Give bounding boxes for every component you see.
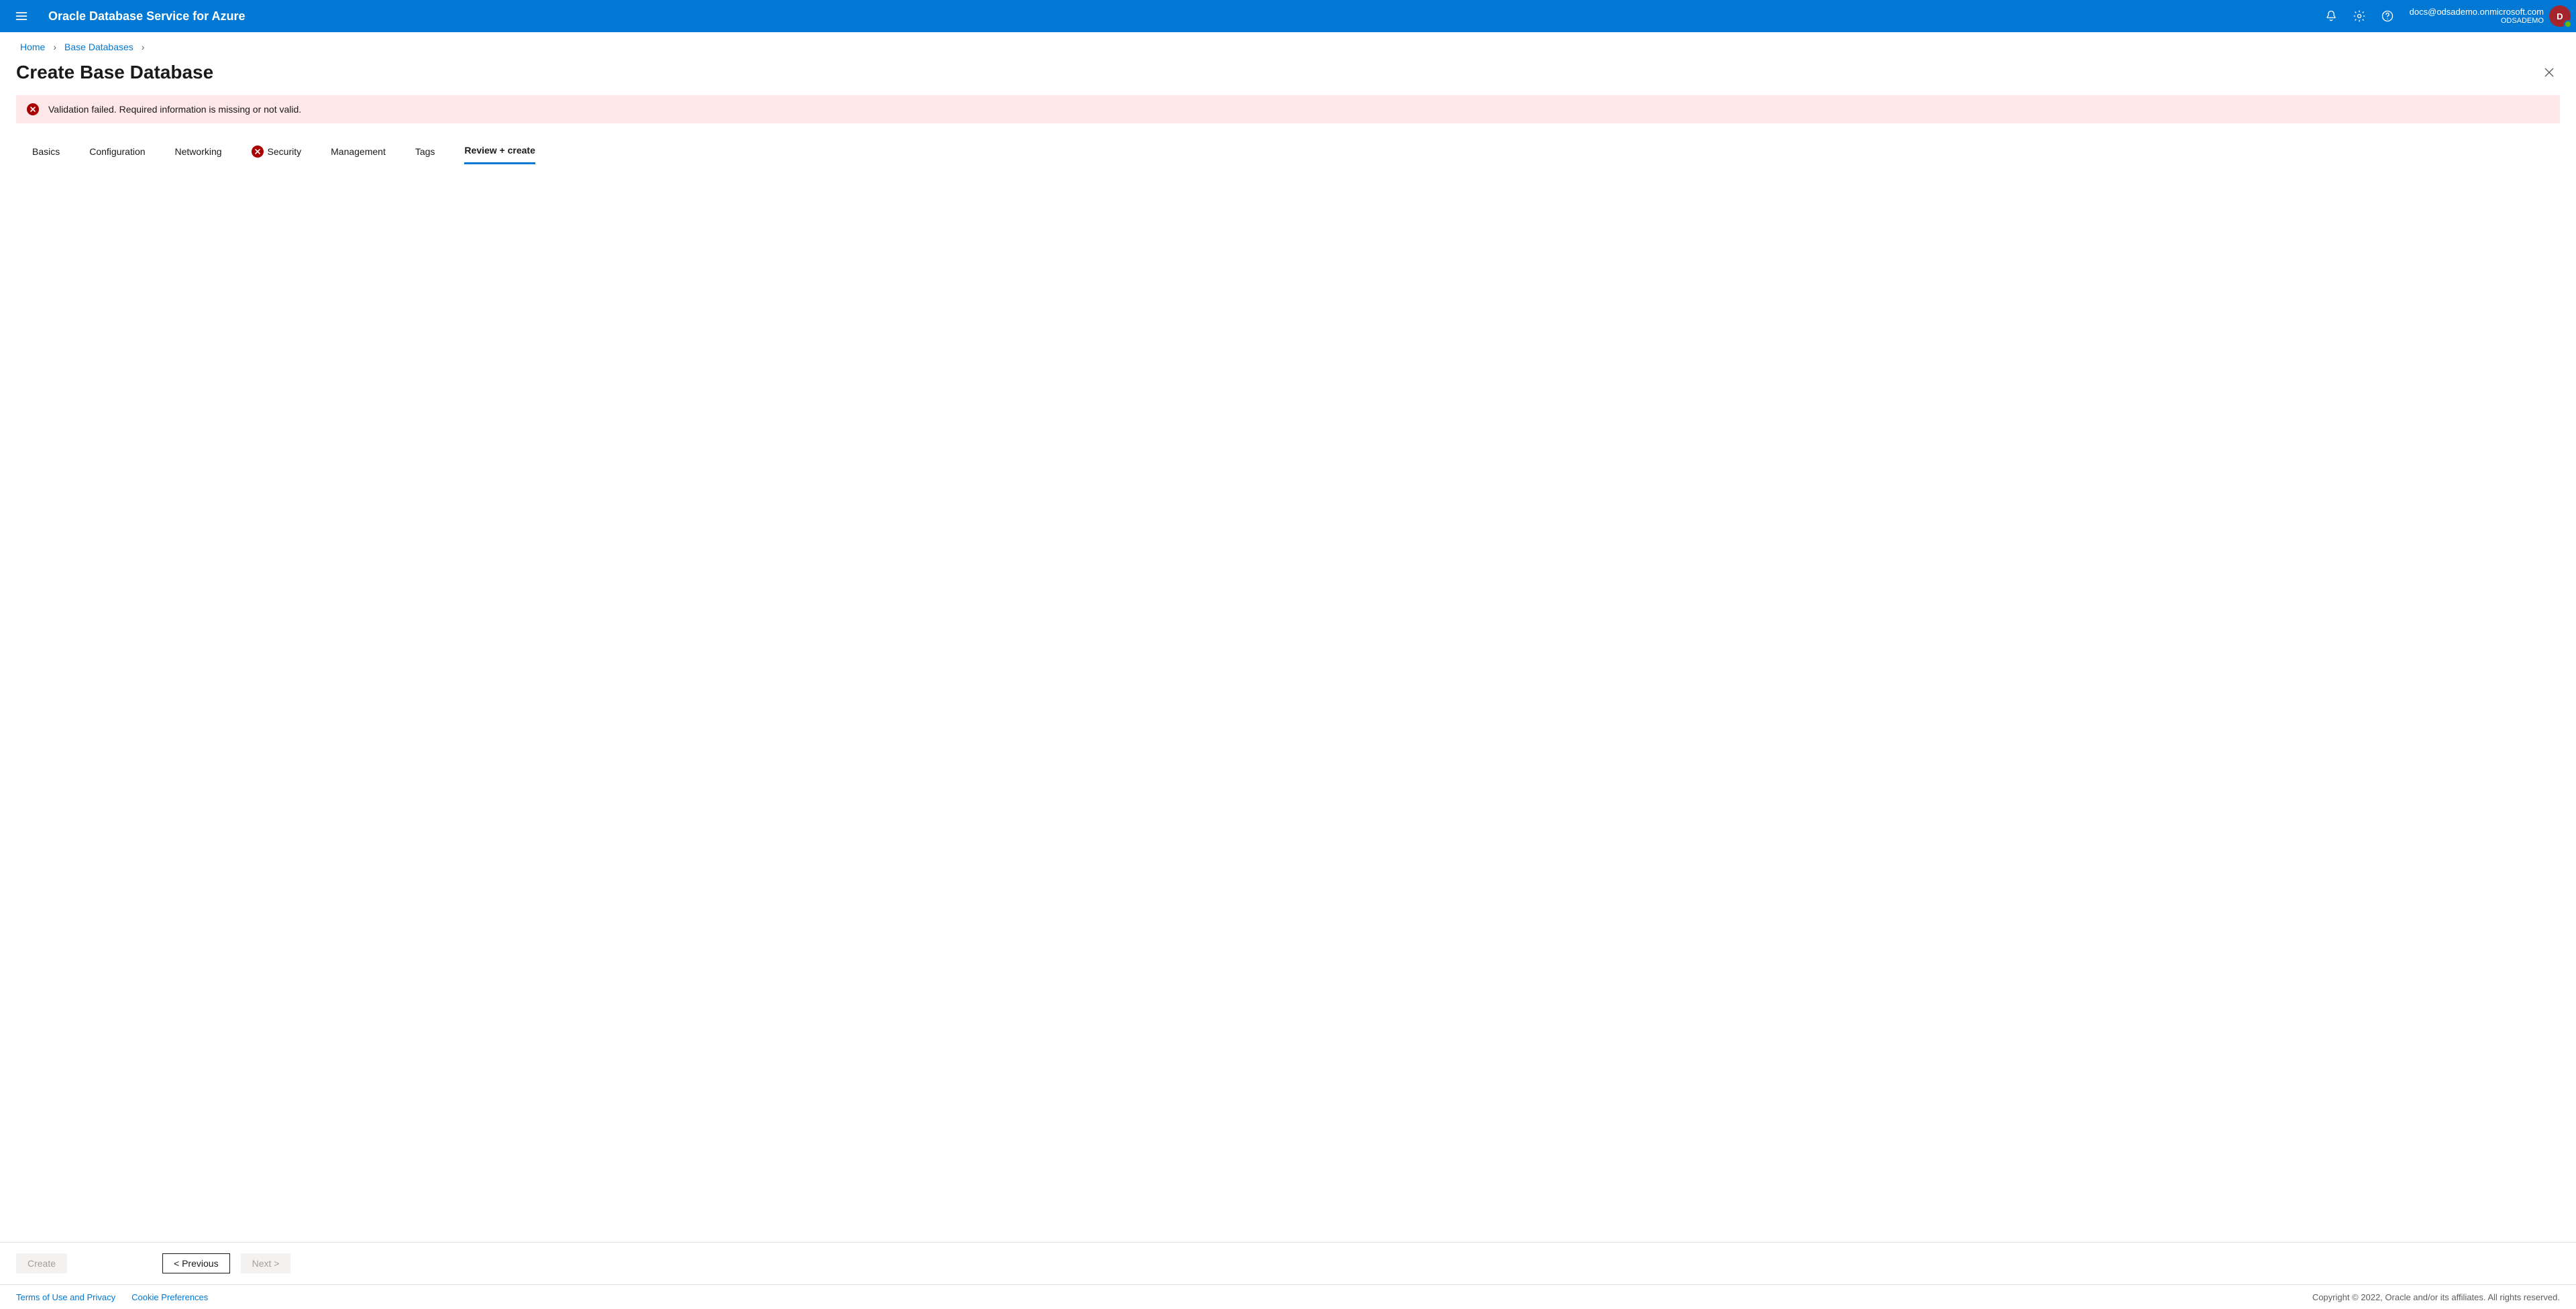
footer-terms-link[interactable]: Terms of Use and Privacy — [16, 1292, 115, 1302]
avatar-initial: D — [2557, 11, 2563, 21]
chevron-right-icon: › — [142, 42, 145, 52]
breadcrumb-home[interactable]: Home — [20, 42, 45, 52]
gear-icon — [2353, 9, 2366, 23]
error-icon — [27, 103, 39, 115]
page-title: Create Base Database — [16, 62, 213, 83]
notifications-button[interactable] — [2317, 3, 2345, 30]
hamburger-icon — [15, 9, 28, 23]
bottom-action-bar: Create < Previous Next > — [0, 1242, 2576, 1285]
error-icon — [252, 146, 264, 158]
help-button[interactable] — [2373, 3, 2402, 30]
app-title: Oracle Database Service for Azure — [48, 9, 245, 23]
footer-cookies-link[interactable]: Cookie Preferences — [131, 1292, 208, 1302]
next-button[interactable]: Next > — [241, 1253, 291, 1273]
chevron-right-icon: › — [53, 42, 56, 52]
create-button[interactable]: Create — [16, 1253, 67, 1273]
page-title-row: Create Base Database — [16, 58, 2560, 95]
validation-alert: Validation failed. Required information … — [16, 95, 2560, 123]
previous-button[interactable]: < Previous — [162, 1253, 230, 1273]
tab-tags[interactable]: Tags — [415, 145, 435, 164]
settings-button[interactable] — [2345, 3, 2373, 30]
footer-copyright: Copyright © 2022, Oracle and/or its affi… — [2312, 1292, 2560, 1302]
tab-basics[interactable]: Basics — [32, 145, 60, 164]
close-icon — [2544, 67, 2555, 78]
account-info[interactable]: docs@odsademo.onmicrosoft.com ODSADEMO — [2410, 7, 2544, 26]
tab-management[interactable]: Management — [331, 145, 386, 164]
avatar[interactable]: D — [2549, 5, 2571, 27]
header-bar: Oracle Database Service for Azure docs@o… — [0, 0, 2576, 32]
tab-networking[interactable]: Networking — [175, 145, 222, 164]
help-icon — [2381, 9, 2394, 23]
breadcrumb-base-databases[interactable]: Base Databases — [64, 42, 133, 52]
presence-indicator-icon — [2564, 20, 2572, 28]
breadcrumb: Home › Base Databases › — [16, 32, 2560, 58]
tab-configuration[interactable]: Configuration — [89, 145, 145, 164]
alert-message: Validation failed. Required information … — [48, 104, 301, 115]
close-button[interactable] — [2538, 62, 2560, 83]
account-org: ODSADEMO — [2501, 17, 2544, 25]
tab-security[interactable]: Security — [252, 145, 302, 164]
menu-button[interactable] — [8, 3, 35, 30]
content-area: Home › Base Databases › Create Base Data… — [0, 32, 2576, 1242]
tabs: Basics Configuration Networking Security… — [16, 139, 2560, 164]
tab-review-create[interactable]: Review + create — [464, 145, 535, 164]
footer: Terms of Use and Privacy Cookie Preferen… — [0, 1285, 2576, 1309]
bell-icon — [2324, 9, 2338, 23]
account-email: docs@odsademo.onmicrosoft.com — [2410, 7, 2544, 17]
